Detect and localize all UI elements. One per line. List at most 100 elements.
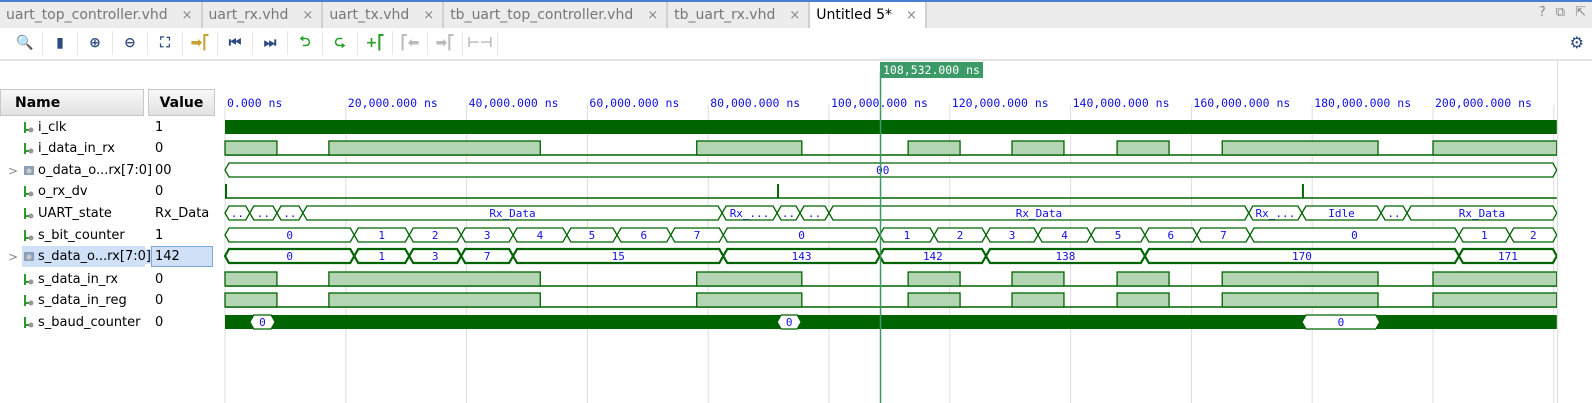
bus-value-label: 143 bbox=[792, 250, 812, 263]
bus-value-label: 0 bbox=[1338, 316, 1345, 329]
bus-value-label: 1 bbox=[1481, 229, 1488, 242]
signal-value: 0 bbox=[155, 315, 164, 330]
value-header-label: Value bbox=[159, 94, 204, 111]
bus-segment bbox=[224, 162, 1557, 178]
vertical-scrollbar[interactable] bbox=[1557, 61, 1592, 403]
bus-value-label: 1 bbox=[904, 229, 911, 242]
bus-value-label: 7 bbox=[1220, 229, 1227, 242]
signal-value: 0 bbox=[155, 272, 164, 287]
window-controls: ? ⧉ ⇱ bbox=[1539, 5, 1586, 20]
tab-5[interactable]: Untitled 5* × bbox=[810, 2, 927, 28]
bus-value-label: .. bbox=[1387, 207, 1400, 220]
save-icon[interactable]: ▮ bbox=[43, 31, 78, 55]
float-icon[interactable]: ⇱ bbox=[1575, 5, 1586, 20]
bus-value-label: 2 bbox=[957, 229, 964, 242]
bus-value-label: 5 bbox=[1115, 229, 1122, 242]
next-transition-icon[interactable]: ⮎ bbox=[323, 31, 358, 55]
signal-value: 0 bbox=[155, 141, 164, 156]
high-pulse bbox=[1432, 292, 1557, 308]
close-icon[interactable]: × bbox=[423, 8, 434, 23]
expand-chevron-icon[interactable]: > bbox=[8, 164, 18, 178]
high-pulse bbox=[1432, 140, 1557, 156]
signal-icon bbox=[24, 186, 34, 197]
signal-row[interactable]: i_data_in_rx 0 bbox=[0, 138, 220, 159]
high-pulse bbox=[224, 271, 278, 287]
tab-label: uart_rx.vhd bbox=[208, 7, 289, 23]
value-column-header[interactable]: Value bbox=[148, 89, 215, 116]
high-pulse bbox=[1221, 271, 1379, 287]
signal-row[interactable]: s_baud_counter 0 bbox=[0, 312, 220, 333]
name-header-label: Name bbox=[15, 94, 61, 111]
bus-value-label: Rx_... bbox=[1255, 207, 1295, 220]
expand-chevron-icon[interactable]: > bbox=[8, 250, 18, 264]
go-to-end-icon[interactable]: ⏭ bbox=[253, 31, 288, 55]
add-marker-icon[interactable]: +⎡ bbox=[358, 31, 393, 55]
next-marker-icon[interactable]: ➡⎡ bbox=[428, 31, 463, 55]
signal-value: 00 bbox=[155, 163, 172, 178]
signal-name: UART_state bbox=[38, 206, 112, 221]
bus-value-label: 6 bbox=[641, 229, 648, 242]
signal-name: s_data_o...rx[7:0] bbox=[38, 249, 151, 264]
signal-value: 0 bbox=[155, 293, 164, 308]
bus-value-label: 2 bbox=[432, 229, 439, 242]
high-pulse bbox=[696, 140, 803, 156]
bus-value-label: 138 bbox=[1056, 250, 1076, 263]
bus-value-label: 15 bbox=[612, 250, 625, 263]
signal-value: 1 bbox=[155, 120, 164, 135]
signal-row[interactable]: > o_data_o...rx[7:0] 00 bbox=[0, 160, 220, 181]
close-icon[interactable]: × bbox=[182, 8, 193, 23]
signal-name: s_baud_counter bbox=[38, 315, 141, 330]
close-icon[interactable]: × bbox=[302, 8, 313, 23]
waveform-canvas[interactable]: 00...... Rx_Data Rx_....... Rx_Data Rx_... Id… bbox=[222, 60, 1557, 403]
previous-transition-icon[interactable]: ⮌ bbox=[288, 31, 323, 55]
signal-row[interactable]: UART_state Rx_Data bbox=[0, 203, 220, 224]
settings-gear-icon[interactable]: ⚙ bbox=[1570, 33, 1584, 52]
previous-marker-icon[interactable]: ⎡⬅ bbox=[393, 31, 428, 55]
go-to-start-icon[interactable]: ⏮ bbox=[218, 31, 253, 55]
tab-1[interactable]: uart_rx.vhd × bbox=[203, 2, 324, 28]
search-icon[interactable]: 🔍 bbox=[8, 31, 43, 55]
cursor-time-label[interactable]: 108,532.000 ns bbox=[880, 62, 983, 78]
tab-label: tb_uart_rx.vhd bbox=[674, 7, 776, 23]
signal-value: 142 bbox=[155, 249, 180, 264]
signal-row[interactable]: s_data_in_reg 0 bbox=[0, 290, 220, 311]
high-pulse bbox=[328, 292, 541, 308]
restore-icon[interactable]: ⧉ bbox=[1556, 5, 1565, 20]
help-icon[interactable]: ? bbox=[1539, 5, 1546, 20]
bus-value-label: 4 bbox=[1061, 229, 1068, 242]
high-pulse bbox=[1221, 292, 1379, 308]
signal-icon bbox=[24, 122, 34, 133]
bus-value-label: 3 bbox=[1009, 229, 1016, 242]
tab-0[interactable]: uart_top_controller.vhd × bbox=[0, 2, 203, 28]
bus-value-label: 0 bbox=[286, 229, 293, 242]
signal-name: s_data_in_rx bbox=[38, 272, 119, 287]
bus-value-label: Idle bbox=[1328, 207, 1355, 220]
signal-name: s_bit_counter bbox=[38, 228, 125, 243]
close-icon[interactable]: × bbox=[789, 8, 800, 23]
signal-row[interactable]: s_data_in_rx 0 bbox=[0, 269, 220, 290]
tab-2[interactable]: uart_tx.vhd × bbox=[323, 2, 445, 28]
bus-value-label: 3 bbox=[484, 229, 491, 242]
tab-3[interactable]: tb_uart_top_controller.vhd × bbox=[444, 2, 669, 28]
high-pulse bbox=[1221, 140, 1379, 156]
close-icon[interactable]: × bbox=[906, 8, 917, 23]
signal-row[interactable]: i_clk 1 bbox=[0, 117, 220, 138]
close-icon[interactable]: × bbox=[647, 8, 658, 23]
signal-row[interactable]: s_bit_counter 1 bbox=[0, 225, 220, 246]
bus-value-label: 0 bbox=[286, 250, 293, 263]
signal-icon bbox=[24, 143, 34, 154]
tab-4[interactable]: tb_uart_rx.vhd × bbox=[668, 2, 811, 28]
signal-row[interactable]: o_rx_dv 0 bbox=[0, 181, 220, 202]
bus-value-label: 5 bbox=[589, 229, 596, 242]
zoom-in-icon[interactable]: ⊕ bbox=[78, 31, 113, 55]
signal-name: s_data_in_reg bbox=[38, 293, 127, 308]
signal-row[interactable]: > s_data_o...rx[7:0] 142 bbox=[0, 246, 220, 267]
signal-icon bbox=[24, 230, 34, 241]
zoom-out-icon[interactable]: ⊖ bbox=[113, 31, 148, 55]
signal-name: i_clk bbox=[38, 120, 67, 135]
name-column-header[interactable]: Name bbox=[0, 89, 144, 116]
go-to-cursor-icon[interactable]: ➡⎡ bbox=[183, 31, 218, 55]
zoom-fit-icon[interactable]: ⛶ bbox=[148, 31, 183, 55]
swap-cursors-icon[interactable]: ⊢⊣ bbox=[463, 31, 498, 55]
bus-value-label: 170 bbox=[1292, 250, 1312, 263]
